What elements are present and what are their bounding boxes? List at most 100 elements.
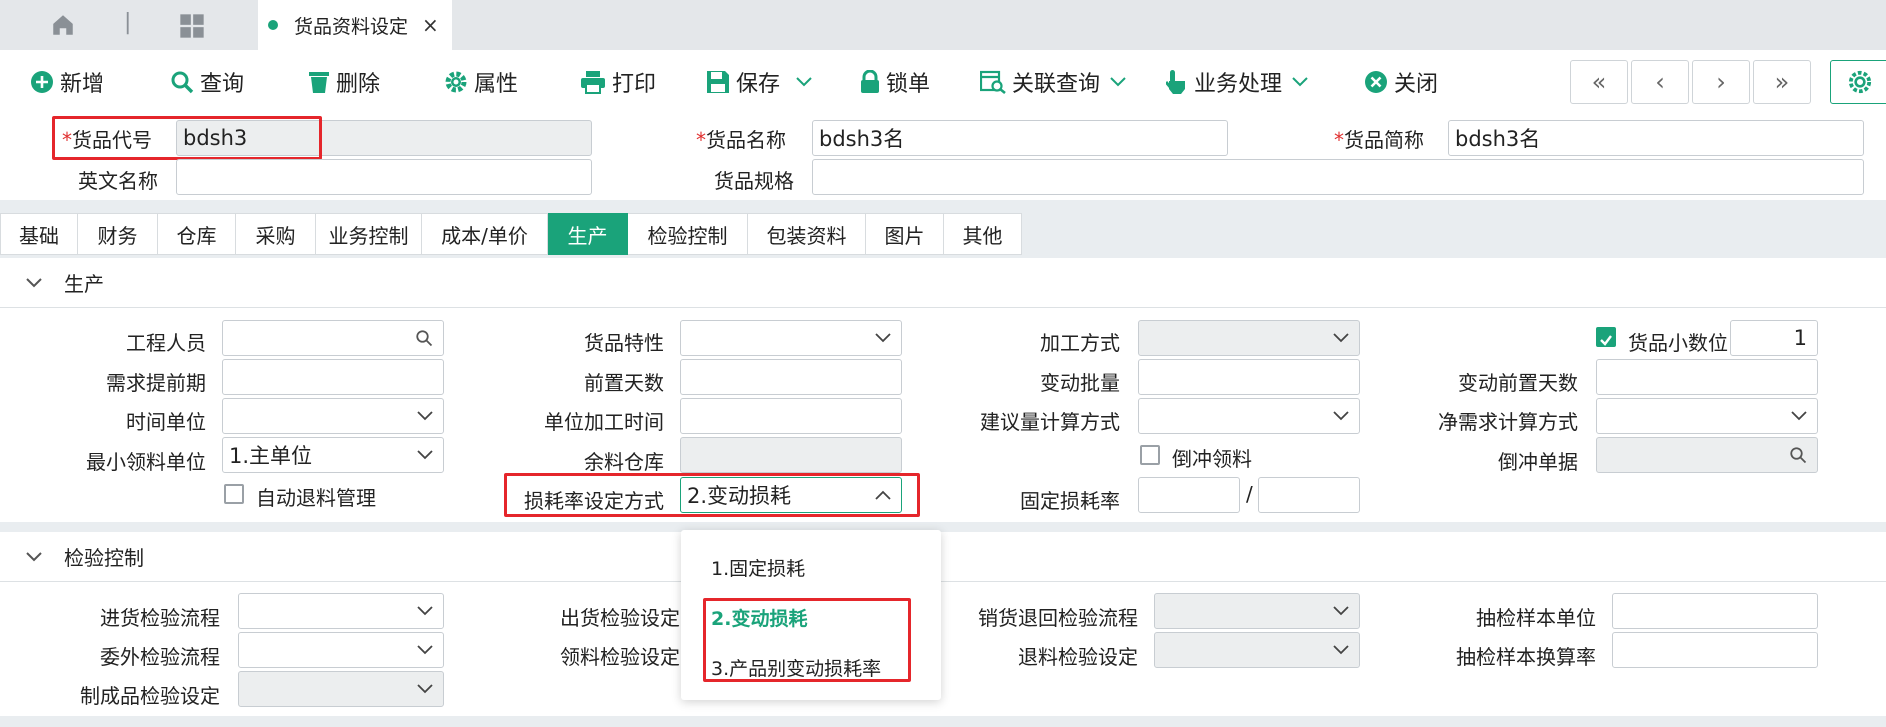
tab-goods-settings[interactable]: 货品资料设定 × (258, 0, 452, 50)
english-name-field[interactable] (176, 159, 592, 195)
tab-8[interactable]: 包装资料 (748, 213, 866, 255)
tab-3[interactable]: 采购 (236, 213, 316, 255)
net-req-calc-select[interactable] (1596, 398, 1818, 434)
sample-unit-label: 抽检样本单位 (1476, 606, 1596, 630)
close-tab-icon[interactable]: × (422, 13, 439, 37)
fixed-loss-label: 固定损耗率 (1020, 489, 1120, 513)
tab-6[interactable]: 生产 (548, 213, 628, 255)
engineer-field[interactable] (222, 320, 444, 356)
hand-pointer-icon (1166, 70, 1185, 94)
surplus-warehouse-field[interactable] (680, 437, 902, 473)
next-record-button[interactable]: › (1692, 60, 1750, 104)
tab-0[interactable]: 基础 (0, 213, 78, 255)
new-button[interactable]: 新增 (30, 50, 104, 114)
lead-days-label: 前置天数 (584, 371, 664, 395)
prev-record-button[interactable]: ‹ (1631, 60, 1689, 104)
apps-grid-icon[interactable] (178, 12, 206, 45)
variable-batch-field[interactable] (1138, 359, 1360, 395)
settings-button[interactable] (1830, 60, 1886, 104)
return-insp-select[interactable] (1154, 632, 1360, 668)
time-unit-label: 时间单位 (126, 410, 206, 434)
close-button[interactable]: 关闭 (1364, 50, 1438, 114)
window-tab-bar: | 货品资料设定 × (0, 0, 1886, 50)
min-issue-unit-select[interactable]: 1.主单位 (222, 437, 444, 473)
section-tabs: 基础 财务 仓库 采购 业务控制 成本/单价 生产 检验控制 包装资料 图片 其他 (0, 213, 1022, 255)
first-record-button[interactable]: « (1570, 60, 1628, 104)
var-lead-days-label: 变动前置天数 (1458, 371, 1578, 395)
sample-unit-field[interactable] (1612, 593, 1818, 629)
query-button[interactable]: 查询 (170, 50, 244, 114)
tab-separator: | (124, 10, 132, 35)
floppy-disk-icon (707, 71, 729, 93)
lock-icon (861, 70, 879, 93)
tab-9[interactable]: 图片 (866, 213, 944, 255)
tab-10[interactable]: 其他 (944, 213, 1022, 255)
auto-return-checkbox[interactable] (224, 484, 244, 504)
lead-days-field[interactable] (680, 359, 902, 395)
print-button[interactable]: 打印 (580, 50, 656, 114)
home-icon[interactable] (50, 12, 76, 43)
var-lead-days-field[interactable] (1596, 359, 1818, 395)
goods-feature-select[interactable] (680, 320, 902, 356)
finished-insp-select[interactable] (238, 671, 444, 707)
trash-icon (309, 72, 329, 93)
inspection-section-header[interactable]: 检验控制 (0, 532, 1886, 582)
suggest-calc-select[interactable] (1138, 398, 1360, 434)
last-record-button[interactable]: » (1753, 60, 1811, 104)
variable-batch-label: 变动批量 (1040, 371, 1120, 395)
unit-proc-time-field[interactable] (680, 398, 902, 434)
chevron-down-icon (875, 333, 891, 343)
goods-spec-field[interactable] (812, 159, 1864, 195)
chevron-down-icon (1292, 77, 1308, 87)
goods-name-field[interactable]: bdsh3名 (812, 120, 1228, 156)
sales-return-flow-select[interactable] (1154, 593, 1360, 629)
tab-2[interactable]: 仓库 (158, 213, 236, 255)
dropdown-option[interactable]: 1.固定损耗 (711, 554, 805, 581)
time-unit-select[interactable] (222, 398, 444, 434)
delete-button[interactable]: 删除 (308, 50, 380, 114)
chevron-down-icon (417, 606, 433, 616)
chevron-down-icon (417, 645, 433, 655)
outgoing-insp-label: 出货检验设定 (560, 606, 680, 630)
goods-feature-label: 货品特性 (584, 331, 664, 355)
properties-button[interactable]: 属性 (444, 50, 518, 114)
related-query-button[interactable]: 关联查询 (980, 50, 1132, 114)
save-button[interactable]: 保存 (706, 50, 818, 114)
fixed-loss-field-1[interactable] (1138, 477, 1240, 513)
goods-short-name-field[interactable]: bdsh3名 (1448, 120, 1864, 156)
chevron-down-icon (1333, 606, 1349, 616)
tab-4[interactable]: 业务控制 (316, 213, 422, 255)
outsource-flow-select[interactable] (238, 632, 444, 668)
highlight-box (504, 473, 920, 517)
tab-title: 货品资料设定 (294, 15, 409, 38)
sample-rate-field[interactable] (1612, 632, 1818, 668)
tab-5[interactable]: 成本/单价 (422, 213, 548, 255)
lock-button[interactable]: 锁单 (860, 50, 930, 114)
demand-lead-field[interactable] (222, 359, 444, 395)
fixed-loss-field-2[interactable] (1258, 477, 1360, 513)
finished-insp-label: 制成品检验设定 (80, 684, 220, 708)
tab-1[interactable]: 财务 (78, 213, 158, 255)
search-icon (171, 71, 194, 94)
return-insp-label: 退料检验设定 (1018, 645, 1138, 669)
sample-rate-label: 抽检样本换算率 (1456, 645, 1596, 669)
inspection-title: 检验控制 (64, 546, 144, 570)
search-icon (1790, 447, 1807, 464)
decimal-field[interactable]: 1 (1730, 320, 1818, 356)
backflush-label: 倒冲领料 (1172, 447, 1252, 471)
tab-7[interactable]: 检验控制 (628, 213, 748, 255)
outsource-flow-label: 委外检验流程 (100, 645, 220, 669)
demand-lead-label: 需求提前期 (106, 371, 206, 395)
backflush-doc-field[interactable] (1596, 437, 1818, 473)
toolbar: 新增 查询 删除 属性 打印 保存 锁单 关联查询 业务处理 关闭 « ‹ › (0, 50, 1886, 114)
backflush-checkbox[interactable] (1140, 445, 1160, 465)
business-button[interactable]: 业务处理 (1166, 50, 1314, 114)
incoming-flow-select[interactable] (238, 593, 444, 629)
decimal-label: 货品小数位 (1628, 331, 1728, 355)
production-section-header[interactable]: 生产 (0, 258, 1886, 308)
processing-method-select[interactable] (1138, 320, 1360, 356)
decimal-checkbox[interactable] (1596, 327, 1616, 347)
issue-insp-label: 领料检验设定 (560, 645, 680, 669)
chevron-down-icon (796, 77, 812, 87)
search-icon (416, 330, 433, 347)
